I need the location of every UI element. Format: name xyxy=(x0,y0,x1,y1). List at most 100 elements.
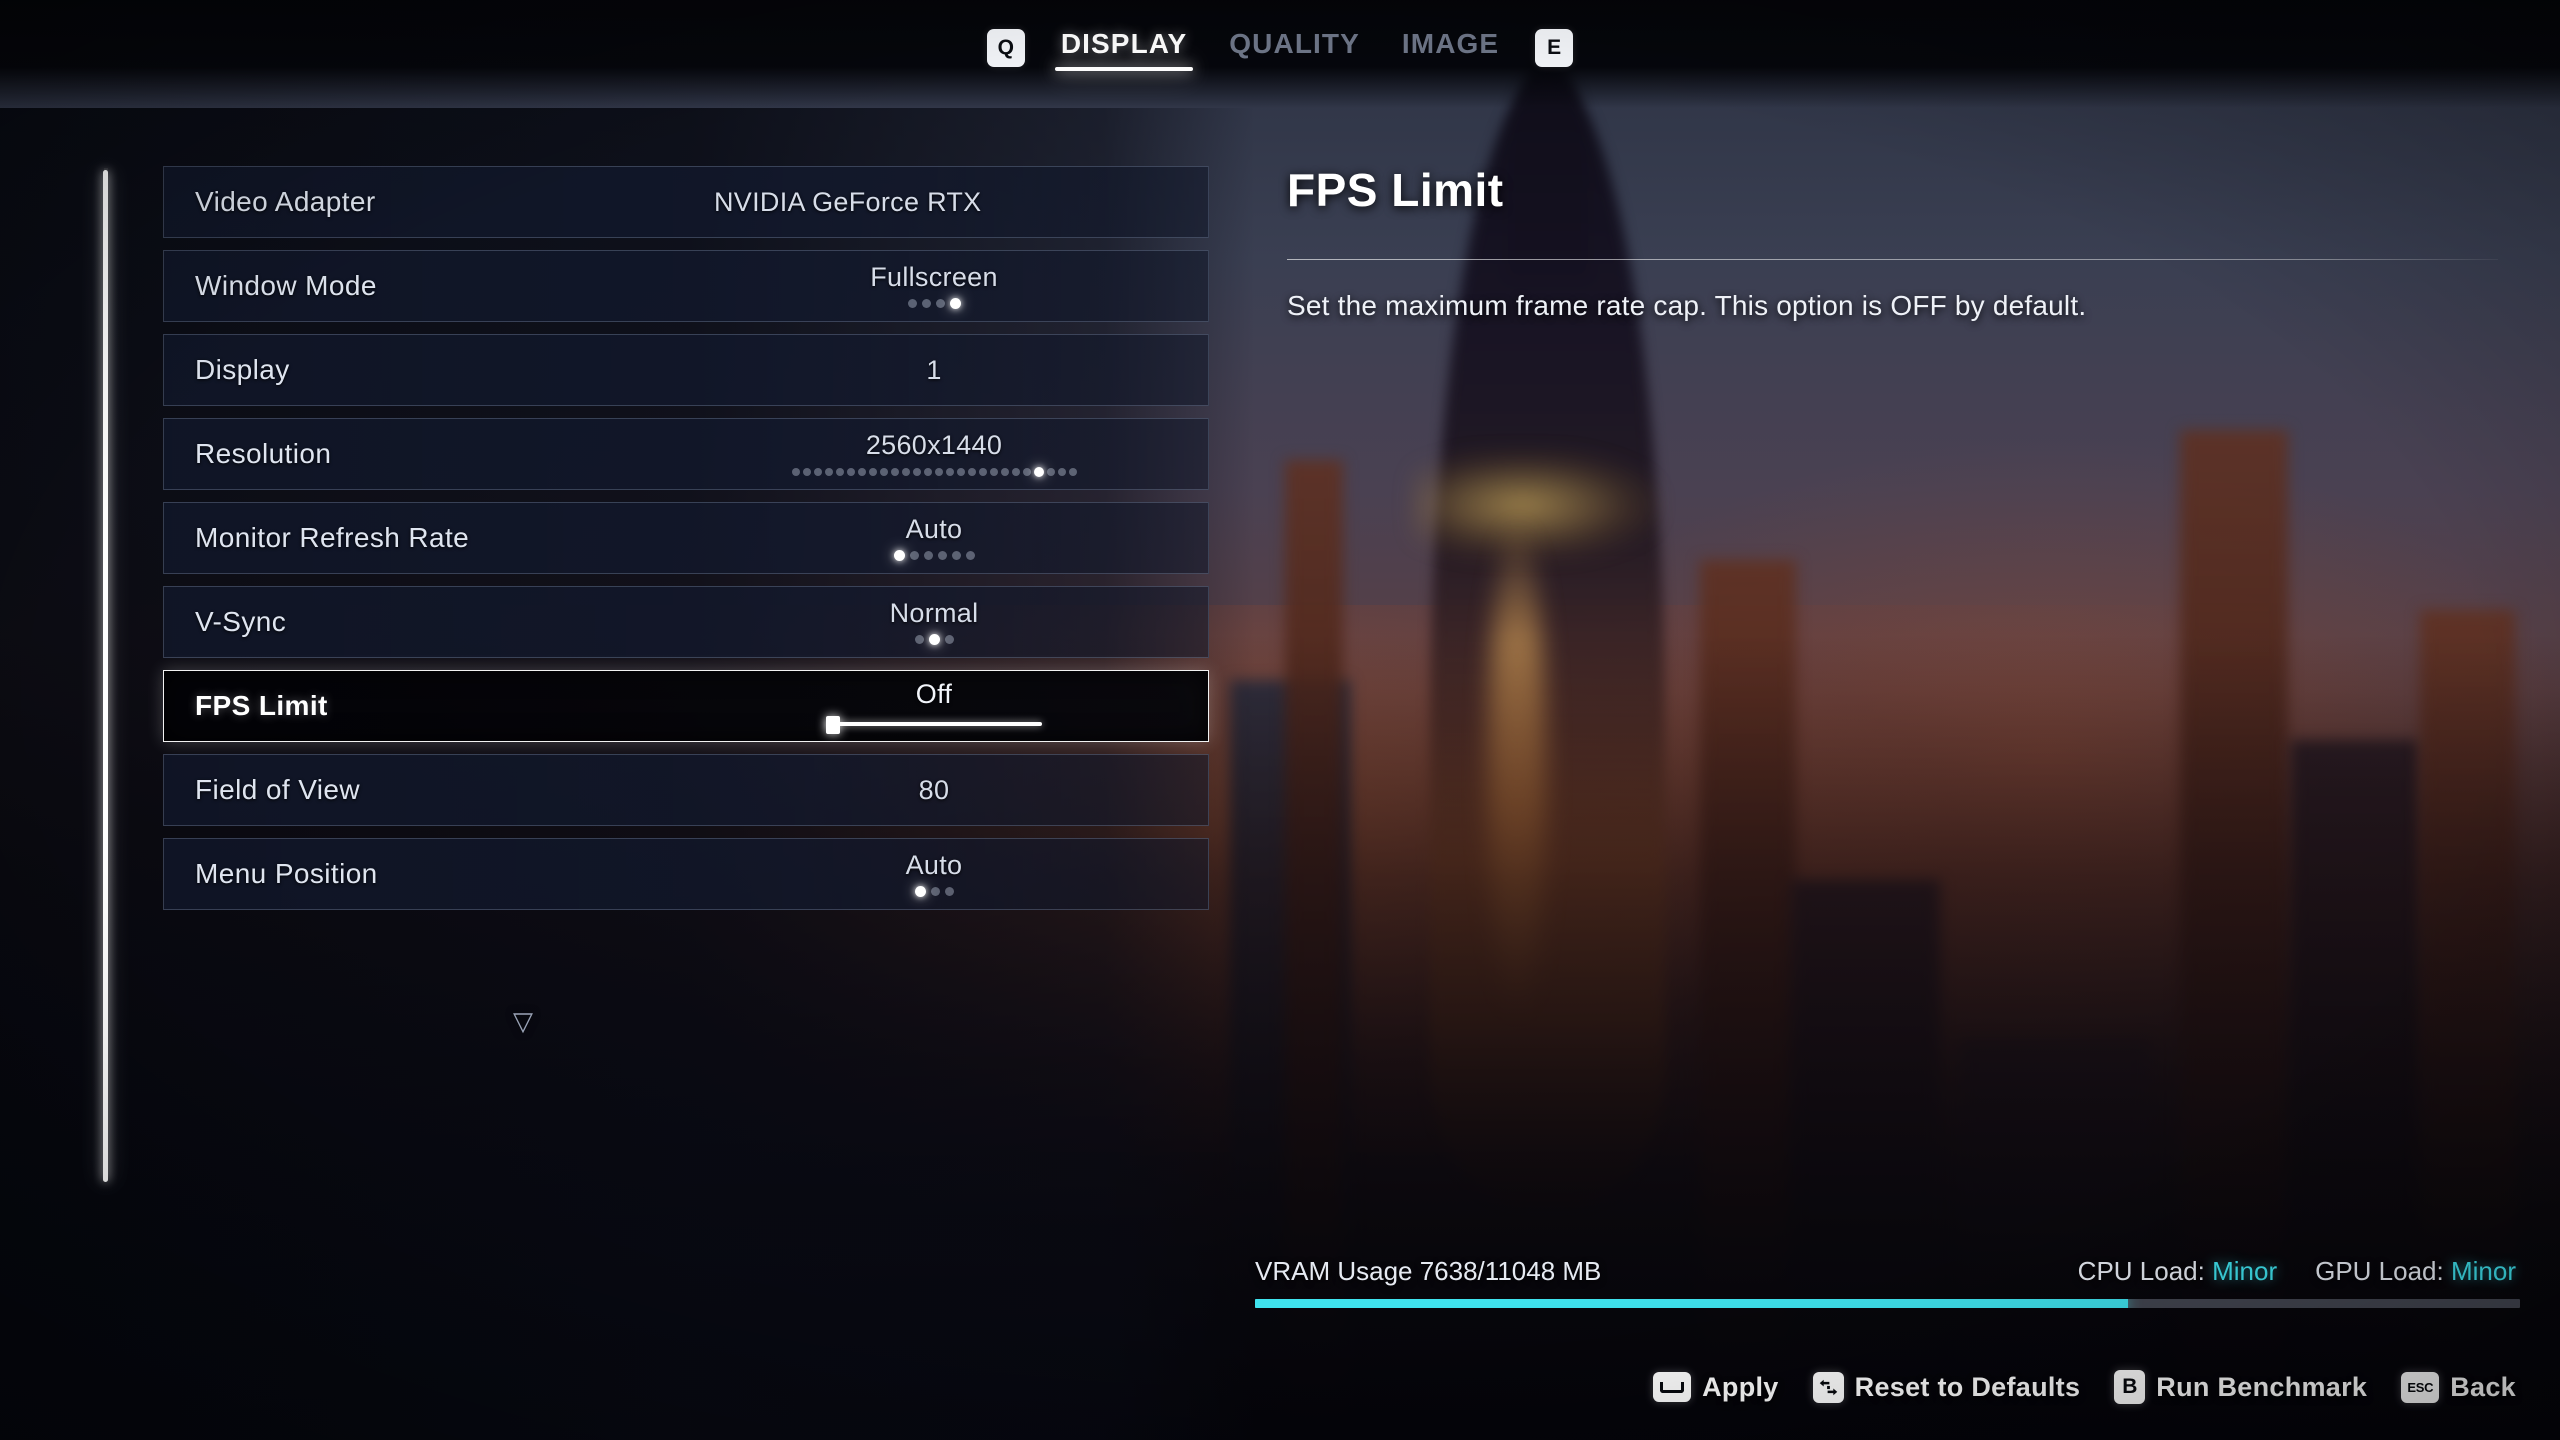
stepper-dot xyxy=(937,551,947,561)
setting-value: 1 xyxy=(926,354,942,385)
tab-image[interactable]: IMAGE xyxy=(1396,26,1505,71)
setting-value-area[interactable]: Normal xyxy=(686,587,1182,657)
setting-value: 2560x1440 xyxy=(865,430,1003,461)
stepper-dot xyxy=(945,467,954,476)
setting-value-area[interactable]: Off xyxy=(686,671,1182,741)
settings-rows: Video Adapter NVIDIA GeForce RTX Window M… xyxy=(163,166,1209,922)
setting-dot-stepper[interactable] xyxy=(791,466,1077,477)
setting-dot-stepper[interactable] xyxy=(893,550,975,562)
setting-label: Video Adapter xyxy=(195,186,376,217)
apply-button[interactable]: Apply xyxy=(1653,1372,1779,1403)
stepper-dot xyxy=(944,887,954,897)
setting-row[interactable]: V-Sync Normal xyxy=(163,586,1209,658)
setting-label: Display xyxy=(195,354,290,385)
stepper-dot xyxy=(930,887,940,897)
setting-value-area[interactable]: Auto xyxy=(686,503,1182,573)
stepper-dot xyxy=(912,467,921,476)
setting-value-area[interactable]: Fullscreen xyxy=(686,251,1182,321)
stepper-dot xyxy=(1046,467,1055,476)
setting-row[interactable]: Window Mode Fullscreen xyxy=(163,250,1209,322)
setting-detail-panel: FPS Limit Set the maximum frame rate cap… xyxy=(1255,108,2560,1440)
setting-row[interactable]: Display 1 xyxy=(163,334,1209,406)
setting-row[interactable]: FPS Limit Off xyxy=(163,670,1209,742)
setting-row[interactable]: Monitor Refresh Rate Auto xyxy=(163,502,1209,574)
setting-value-area[interactable]: 80 xyxy=(686,755,1182,825)
slider-knob[interactable] xyxy=(826,716,840,735)
setting-label: Window Mode xyxy=(195,270,377,301)
setting-value: Off xyxy=(915,678,953,709)
stepper-dot xyxy=(909,551,919,561)
detail-title: FPS Limit xyxy=(1287,164,1504,216)
tab-display[interactable]: DISPLAY xyxy=(1054,26,1194,71)
setting-value-area[interactable]: NVIDIA GeForce RTX xyxy=(686,167,1182,237)
stepper-dot xyxy=(956,467,965,476)
stepper-dot xyxy=(835,467,844,476)
setting-dot-stepper[interactable] xyxy=(914,886,954,898)
stepper-dot xyxy=(824,467,833,476)
detail-divider xyxy=(1287,259,2498,260)
setting-value-area[interactable]: Auto xyxy=(686,839,1182,909)
setting-row[interactable]: Video Adapter NVIDIA GeForce RTX xyxy=(163,166,1209,238)
setting-dot-stepper[interactable] xyxy=(914,634,954,646)
vram-usage-bar-fill xyxy=(1255,1299,2128,1308)
settings-topbar: Q DISPLAY QUALITY IMAGE E xyxy=(0,0,2560,108)
vram-usage-bar-track xyxy=(1255,1299,2520,1308)
cpu-load-label: CPU Load: xyxy=(2077,1256,2205,1286)
setting-value-area[interactable]: 2560x1440 xyxy=(686,419,1182,489)
stepper-dot-active xyxy=(914,886,926,898)
setting-value: NVIDIA GeForce RTX xyxy=(714,186,982,217)
stepper-dot xyxy=(1011,467,1020,476)
setting-value: Auto xyxy=(905,849,963,880)
stepper-dot-active xyxy=(1033,466,1044,477)
setting-value: Fullscreen xyxy=(870,261,998,292)
spacebar-key-icon xyxy=(1653,1372,1692,1402)
setting-row[interactable]: Field of View 80 xyxy=(163,754,1209,826)
setting-value: 80 xyxy=(918,774,950,805)
next-tab-key-icon[interactable]: E xyxy=(1535,29,1574,67)
stepper-dot xyxy=(846,467,855,476)
stepper-dot xyxy=(857,467,866,476)
setting-value: Auto xyxy=(905,513,963,544)
stepper-dot xyxy=(944,635,954,645)
stepper-dot xyxy=(923,467,932,476)
cpu-load: CPU Load: Minor xyxy=(2078,1256,2277,1287)
back-button[interactable]: ESC Back xyxy=(2401,1371,2516,1403)
load-readouts: CPU Load: Minor GPU Load: Minor xyxy=(2078,1256,2516,1287)
action-bar: Apply Reset to Defaults B Run Benchmark … xyxy=(1653,1370,2516,1404)
stepper-dot xyxy=(1000,467,1009,476)
stepper-dot xyxy=(1068,467,1077,476)
performance-readouts: VRAM Usage 7638/11048 MB CPU Load: Minor… xyxy=(1255,1256,2520,1299)
run-benchmark-button[interactable]: B Run Benchmark xyxy=(2114,1370,2367,1404)
stepper-dot xyxy=(989,467,998,476)
setting-label: V-Sync xyxy=(195,606,287,637)
setting-label: Monitor Refresh Rate xyxy=(195,522,470,553)
prev-tab-key-icon[interactable]: Q xyxy=(986,29,1025,67)
settings-list-panel: Video Adapter NVIDIA GeForce RTX Window M… xyxy=(0,108,1255,1440)
setting-row[interactable]: Menu Position Auto xyxy=(163,838,1209,910)
stepper-dot xyxy=(1022,467,1031,476)
back-label: Back xyxy=(2450,1371,2516,1402)
gpu-load-label: GPU Load: xyxy=(2315,1256,2444,1286)
stepper-dot xyxy=(907,299,917,309)
gpu-load: GPU Load: Minor xyxy=(2315,1256,2516,1287)
setting-value-area[interactable]: 1 xyxy=(686,335,1182,405)
category-tabs: Q DISPLAY QUALITY IMAGE E xyxy=(986,26,1574,71)
esc-key-icon: ESC xyxy=(2401,1371,2440,1403)
tab-quality[interactable]: QUALITY xyxy=(1223,26,1366,71)
setting-dot-stepper[interactable] xyxy=(907,298,961,310)
cpu-load-value: Minor xyxy=(2212,1256,2278,1286)
setting-slider[interactable] xyxy=(826,716,1042,735)
scroll-down-indicator[interactable]: ▽ xyxy=(0,1006,1046,1037)
setting-row[interactable]: Resolution 2560x1440 xyxy=(163,418,1209,490)
slider-track xyxy=(826,722,1042,727)
stepper-dot-active xyxy=(928,634,940,646)
left-right-arrows-key-icon xyxy=(1812,1371,1844,1403)
reset-to-defaults-button[interactable]: Reset to Defaults xyxy=(1812,1371,2081,1403)
b-key-icon: B xyxy=(2114,1370,2146,1404)
stepper-dot xyxy=(965,551,975,561)
stepper-dot-active xyxy=(893,550,905,562)
setting-label: Menu Position xyxy=(195,858,378,889)
gpu-load-value: Minor xyxy=(2450,1256,2516,1286)
apply-label: Apply xyxy=(1702,1371,1779,1402)
stepper-dot xyxy=(813,467,822,476)
